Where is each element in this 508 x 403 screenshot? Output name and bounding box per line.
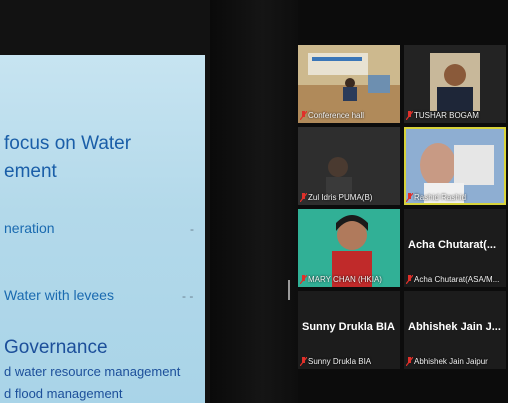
participant-tile-tushar-bogam[interactable]: TUSHAR BOGAM	[404, 45, 506, 123]
slide-subline-2: d flood management	[4, 386, 123, 401]
slide-heading: Governance	[4, 337, 108, 358]
slide-bullet-1: neration	[4, 220, 55, 236]
muted-mic-icon	[300, 193, 307, 202]
muted-mic-icon	[300, 111, 307, 120]
participant-name: Acha Chutarat(ASA/M...	[414, 275, 500, 284]
muted-mic-icon	[300, 275, 307, 284]
participant-tile-sunny-drukla[interactable]: Sunny Drukla BIA Sunny Drukla BIA	[298, 291, 400, 369]
muted-mic-icon	[300, 357, 307, 366]
participant-name: Zul Idris PUMA(B)	[308, 193, 373, 202]
participant-grid: Conference hall TUSHAR BOGAM Zul Idris P…	[298, 40, 508, 370]
slide-dash: - -	[182, 289, 194, 303]
muted-mic-icon	[406, 357, 413, 366]
muted-mic-icon	[406, 111, 413, 120]
participant-display-name: Sunny Drukla BIA	[302, 321, 395, 333]
participant-tile-rashid-rashid[interactable]: Rashid Rashid	[404, 127, 506, 205]
screen-bezel	[210, 0, 298, 403]
scroll-handle[interactable]	[288, 280, 290, 300]
participant-tile-conference-hall[interactable]: Conference hall	[298, 45, 400, 123]
participant-name: MARY CHAN (HKIA)	[308, 275, 382, 284]
participant-tile-abhishek-jain[interactable]: Abhishek Jain J... Abhishek Jain Jaipur	[404, 291, 506, 369]
participant-name: Sunny Drukla BIA	[308, 357, 372, 366]
muted-mic-icon	[406, 193, 413, 202]
slide-title-line1: focus on Water	[4, 133, 132, 154]
participant-name: Conference hall	[308, 111, 365, 120]
participant-tile-acha-chutarat[interactable]: Acha Chutarat(... Acha Chutarat(ASA/M...	[404, 209, 506, 287]
participant-tile-mary-chan[interactable]: MARY CHAN (HKIA)	[298, 209, 400, 287]
participant-name: Abhishek Jain Jaipur	[414, 357, 488, 366]
slide-bullet-2: Water with levees	[4, 287, 114, 303]
participant-display-name: Acha Chutarat(...	[408, 239, 497, 251]
participant-display-name: Abhishek Jain J...	[408, 321, 501, 333]
participant-tile-zul-idris[interactable]: Zul Idris PUMA(B)	[298, 127, 400, 205]
presentation-slide: focus on Water ement neration - Water wi…	[0, 55, 205, 403]
shared-screen: focus on Water ement neration - Water wi…	[0, 0, 210, 403]
slide-subline-1: d water resource management	[4, 364, 181, 379]
slide-title-line2: ement	[4, 161, 57, 182]
participant-name: TUSHAR BOGAM	[414, 111, 479, 120]
slide-dash: -	[190, 222, 194, 236]
muted-mic-icon	[406, 275, 413, 284]
participant-name: Rashid Rashid	[414, 193, 467, 202]
